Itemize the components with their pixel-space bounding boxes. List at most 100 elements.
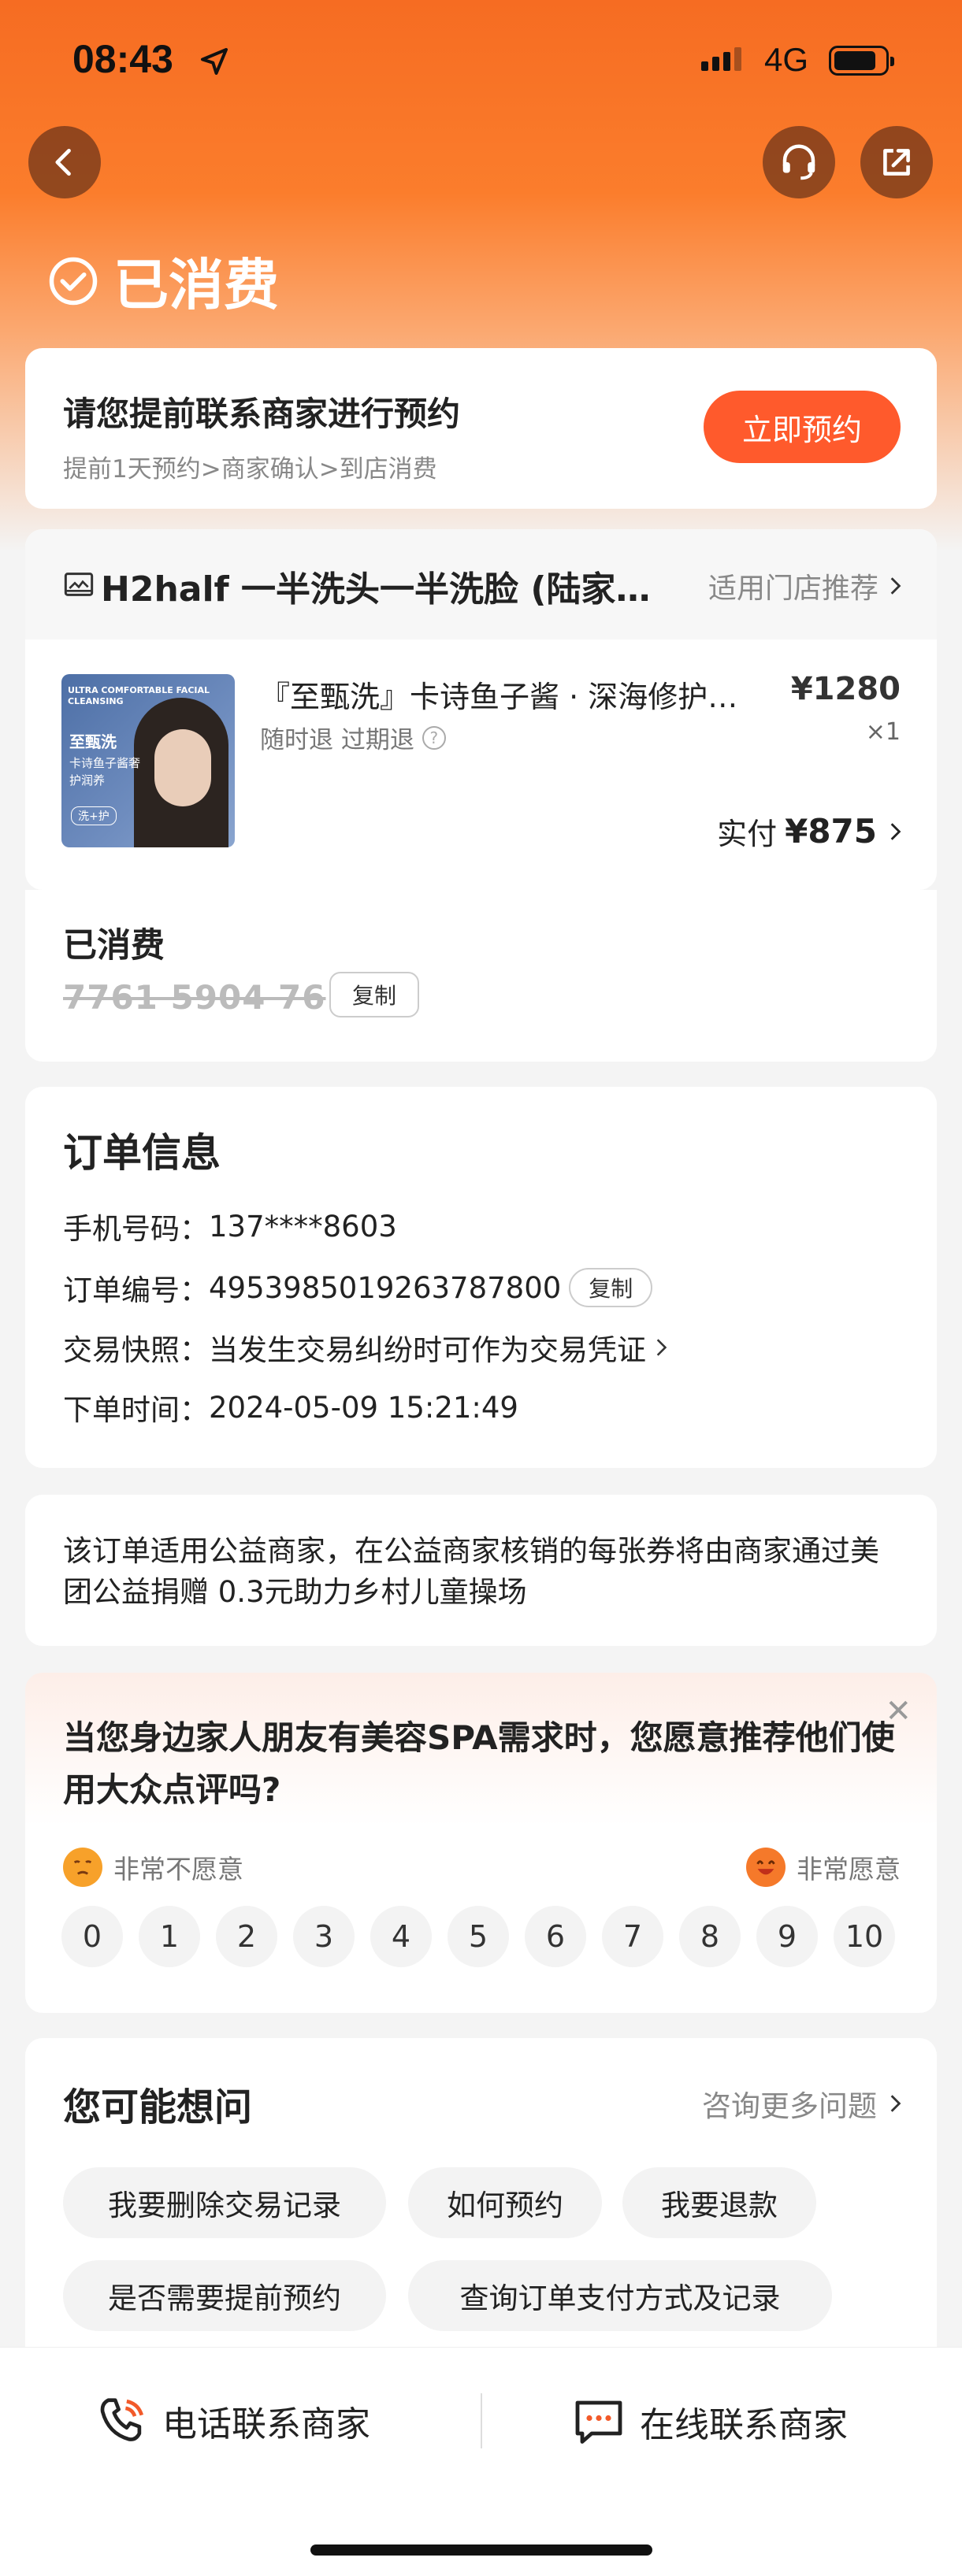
customer-service-button[interactable] — [763, 126, 835, 198]
order-status-title: 已消费 — [113, 253, 279, 317]
store-recommend-link[interactable]: 适用门店推荐 — [708, 565, 905, 606]
thumb-subtitle: 卡诗鱼子酱奢护润养 — [69, 756, 141, 788]
home-indicator — [310, 2544, 652, 2556]
paid-label: 实付 — [717, 817, 778, 851]
chat-merchant-label: 在线联系商家 — [640, 2405, 848, 2445]
order-number-value: 4953985019263787800 — [209, 1270, 562, 1305]
product-price: ¥1280 — [790, 671, 901, 707]
chevron-right-icon — [890, 822, 901, 840]
survey-high-label: 非常愿意 — [746, 1848, 901, 1887]
product-name[interactable]: 『至甄洗』卡诗鱼子酱 · 深海修护精华 — [260, 673, 764, 716]
chat-icon — [575, 2400, 622, 2444]
score-option[interactable]: 6 — [525, 1906, 586, 1967]
share-icon — [883, 149, 910, 176]
product-thumbnail[interactable]: ULTRA COMFORTABLE FACIAL CLEANSING 至甄洗 卡… — [61, 674, 235, 847]
location-arrow-icon — [201, 48, 228, 75]
score-option[interactable]: 8 — [679, 1906, 741, 1967]
survey-low-label: 非常不愿意 — [63, 1848, 243, 1887]
back-button[interactable] — [28, 126, 101, 198]
check-circle-icon — [49, 257, 98, 305]
happy-face-icon — [746, 1848, 786, 1887]
paid-amount-row[interactable]: 实付 ¥875 — [717, 810, 905, 853]
chevron-right-icon — [656, 1339, 667, 1356]
faq-chip[interactable]: 是否需要提前预约 — [63, 2260, 386, 2331]
bottom-bar: 电话联系商家 在线联系商家 — [0, 2347, 962, 2576]
phone-label: 手机号码： — [63, 1212, 209, 1246]
survey-question: 当您身边家人朋友有美容SPA需求时，您愿意推荐他们使用大众点评吗? — [63, 1718, 895, 1809]
store-name: H2half 一半洗头一半洗脸 (陆家嘴店) — [101, 569, 668, 610]
score-option[interactable]: 7 — [602, 1906, 663, 1967]
order-time-label: 下单时间： — [63, 1393, 209, 1427]
snapshot-value: 当发生交易纠纷时可作为交易凭证 — [209, 1333, 646, 1367]
faq-chip[interactable]: 如何预约 — [408, 2167, 602, 2238]
status-bar: 08:43 4G — [0, 0, 962, 126]
score-option[interactable]: 1 — [139, 1906, 200, 1967]
order-time-row: 下单时间： 2024-05-09 15:21:49 — [63, 1386, 518, 1429]
phone-row: 手机号码： 137****8603 — [63, 1205, 397, 1247]
score-option[interactable]: 3 — [293, 1906, 355, 1967]
headset-icon — [782, 144, 815, 180]
survey-card: ✕ 当您身边家人朋友有美容SPA需求时，您愿意推荐他们使用大众点评吗? 非常不愿… — [25, 1673, 937, 2013]
phone-value: 137****8603 — [209, 1209, 397, 1244]
coupon-status: 已消费 — [63, 926, 165, 966]
refund-policy: 随时退 过期退 ? — [260, 720, 446, 755]
signal-icon — [701, 47, 741, 71]
phone-icon — [100, 2398, 144, 2441]
chevron-right-icon — [890, 577, 901, 595]
order-number-row: 订单编号： 4953985019263787800 复制 — [63, 1266, 653, 1309]
coupon-card: 已消费 7761 5904 76 复制 — [25, 890, 937, 1062]
snapshot-row[interactable]: 交易快照： 当发生交易纠纷时可作为交易凭证 — [63, 1326, 671, 1369]
copy-order-number-button[interactable]: 复制 — [569, 1268, 653, 1307]
store-icon — [64, 573, 94, 596]
faq-title: 您可能想问 — [63, 2085, 253, 2129]
order-time-value: 2024-05-09 15:21:49 — [209, 1390, 518, 1425]
coupon-code: 7761 5904 76 — [63, 978, 326, 1017]
score-option[interactable]: 5 — [448, 1906, 509, 1967]
chevron-right-icon — [890, 2095, 901, 2112]
order-info-card: 订单信息 手机号码： 137****8603 订单编号： 49539850192… — [25, 1087, 937, 1468]
thumb-tag: 洗+护 — [71, 806, 117, 825]
order-status-header: 已消费 — [47, 241, 279, 321]
faq-card: 您可能想问 咨询更多问题 我要删除交易记录 如何预约 我要退款 是否需要提前预约… — [25, 2038, 937, 2369]
faq-chip[interactable]: 我要退款 — [622, 2167, 816, 2238]
product-quantity: ×1 — [865, 718, 901, 746]
score-option[interactable]: 9 — [756, 1906, 818, 1967]
copy-coupon-button[interactable]: 复制 — [329, 972, 419, 1017]
help-icon[interactable]: ? — [422, 725, 446, 750]
call-merchant-label: 电话联系商家 — [162, 2404, 370, 2444]
score-option[interactable]: 10 — [834, 1906, 895, 1967]
order-number-label: 订单编号： — [63, 1273, 209, 1307]
battery-icon — [829, 46, 894, 76]
chat-merchant-button[interactable]: 在线联系商家 — [570, 2393, 848, 2450]
charity-card: 该订单适用公益商家，在公益商家核销的每张券将由商家通过美团公益捐赠 0.3元助力… — [25, 1495, 937, 1646]
score-option[interactable]: 0 — [61, 1906, 123, 1967]
snapshot-label: 交易快照： — [63, 1333, 209, 1367]
call-merchant-button[interactable]: 电话联系商家 — [95, 2393, 370, 2448]
store-row[interactable]: H2half 一半洗头一半洗脸 (陆家嘴店) 适用门店推荐 — [25, 529, 937, 639]
thumb-title: 至甄洗 — [69, 732, 117, 751]
charity-text: 该订单适用公益商家，在公益商家核销的每张券将由商家通过美团公益捐赠 0.3元助力… — [63, 1534, 879, 1609]
faq-chip[interactable]: 查询订单支付方式及记录 — [408, 2260, 832, 2331]
book-now-button[interactable]: 立即预约 — [704, 391, 901, 463]
survey-score-options: 0 1 2 3 4 5 6 7 8 9 10 — [61, 1906, 895, 1967]
thumb-tagline: ULTRA COMFORTABLE FACIAL CLEANSING — [68, 685, 210, 706]
bottom-divider — [481, 2393, 482, 2448]
appointment-steps: 提前1天预约>商家确认>到店消费 — [63, 455, 437, 484]
faq-chip[interactable]: 我要删除交易记录 — [63, 2167, 386, 2238]
refund-policy-label: 随时退 过期退 — [260, 726, 414, 754]
store-recommend-label: 适用门店推荐 — [708, 573, 878, 605]
network-label: 4G — [764, 41, 809, 78]
faq-more-label: 咨询更多问题 — [702, 2089, 877, 2123]
faq-more-link[interactable]: 咨询更多问题 — [702, 2082, 905, 2125]
chevron-left-icon — [55, 148, 71, 176]
score-option[interactable]: 2 — [216, 1906, 277, 1967]
share-button[interactable] — [860, 126, 933, 198]
appointment-title: 请您提前联系商家进行预约 — [63, 395, 461, 433]
paid-amount: ¥875 — [785, 812, 877, 851]
order-info-title: 订单信息 — [63, 1130, 221, 1176]
score-option[interactable]: 4 — [370, 1906, 432, 1967]
unhappy-face-icon — [63, 1848, 102, 1887]
appointment-card: 请您提前联系商家进行预约 提前1天预约>商家确认>到店消费 立即预约 — [25, 348, 937, 509]
product-card: H2half 一半洗头一半洗脸 (陆家嘴店) 适用门店推荐 ULTRA COMF… — [25, 529, 937, 890]
status-time: 08:43 — [72, 37, 173, 81]
